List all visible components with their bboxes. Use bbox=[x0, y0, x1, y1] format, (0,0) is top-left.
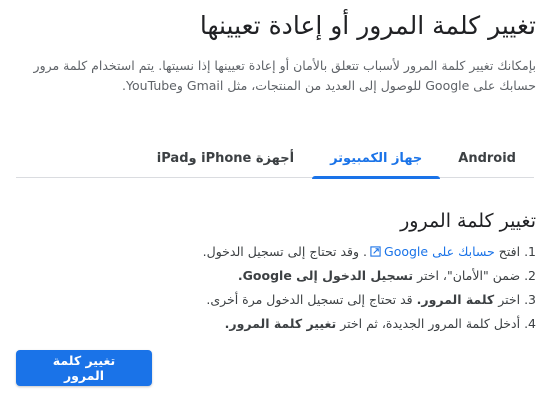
step-2: 2. ضمن "الأمان"، اختر تسجيل الدخول إلى G… bbox=[14, 264, 536, 288]
intro-line-2: حسابك على Google للوصول إلى العديد من ال… bbox=[122, 78, 536, 93]
steps-list: 1. افتح حسابك على Google. وقد تحتاج إلى … bbox=[14, 240, 536, 336]
step-4: 4. أدخل كلمة المرور الجديدة، ثم اختر تغي… bbox=[14, 312, 536, 336]
step-text: اختر bbox=[498, 292, 521, 307]
external-link-icon bbox=[370, 246, 381, 257]
step-text: أدخل كلمة المرور الجديدة، ثم اختر bbox=[340, 316, 521, 331]
step-number: 3. bbox=[524, 292, 536, 307]
intro-paragraph: بإمكانك تغيير كلمة المرور لأسباب تتعلق ب… bbox=[14, 56, 536, 96]
intro-line-1: بإمكانك تغيير كلمة المرور لأسباب تتعلق ب… bbox=[33, 58, 536, 73]
step-text: قد تحتاج إلى تسجيل الدخول مرة أخرى. bbox=[206, 292, 413, 307]
step-text: ضمن "الأمان"، اختر bbox=[417, 268, 521, 283]
step-text: . وقد تحتاج إلى تسجيل الدخول. bbox=[202, 244, 368, 259]
step-number: 4. bbox=[524, 316, 536, 331]
google-account-link[interactable]: حسابك على Google bbox=[367, 244, 495, 259]
step-1: 1. افتح حسابك على Google. وقد تحتاج إلى … bbox=[14, 240, 536, 264]
step-emphasis: تغيير كلمة المرور. bbox=[224, 316, 337, 331]
step-number: 1. bbox=[524, 244, 536, 259]
tab-computer[interactable]: جهاز الكمبيوتر bbox=[312, 138, 441, 179]
cta-row: تغيير كلمة المرور bbox=[14, 350, 536, 386]
tab-iphone-ipad[interactable]: أجهزة iPhone وiPad bbox=[139, 138, 312, 178]
step-emphasis: كلمة المرور. bbox=[416, 292, 495, 307]
step-emphasis: تسجيل الدخول إلى Google. bbox=[237, 268, 414, 283]
tab-android[interactable]: Android bbox=[440, 138, 534, 178]
help-article: تغيير كلمة المرور أو إعادة تعيينها بإمكا… bbox=[0, 8, 550, 417]
platform-tabs: Android جهاز الكمبيوتر أجهزة iPhone وiPa… bbox=[16, 138, 534, 179]
step-text: افتح bbox=[498, 244, 521, 259]
page-title: تغيير كلمة المرور أو إعادة تعيينها bbox=[199, 11, 536, 40]
section-title: تغيير كلمة المرور bbox=[400, 210, 536, 232]
change-password-button[interactable]: تغيير كلمة المرور bbox=[16, 350, 152, 386]
step-number: 2. bbox=[524, 268, 536, 283]
step-3: 3. اختر كلمة المرور. قد تحتاج إلى تسجيل … bbox=[14, 288, 536, 312]
